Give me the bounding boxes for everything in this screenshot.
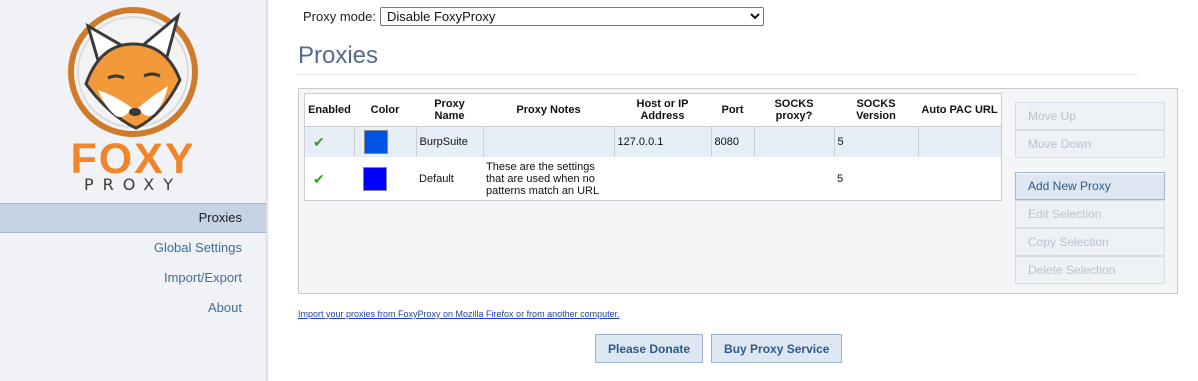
import-proxies-link[interactable]: Import your proxies from FoxyProxy on Mo…: [298, 309, 620, 319]
move-up-button[interactable]: Move Up: [1015, 102, 1165, 130]
host-cell: 127.0.0.1: [614, 126, 712, 157]
color-cell: [354, 126, 417, 157]
proxy-actions: Move Up Move Down Add New Proxy Edit Sel…: [1015, 102, 1165, 284]
col-header-proxy-notes[interactable]: Proxy Notes: [483, 94, 614, 127]
proxy-mode-label: Proxy mode:: [303, 8, 376, 24]
col-header-auto-pac[interactable]: Auto PAC URL: [918, 94, 1001, 127]
sidebar-item-proxies[interactable]: Proxies: [0, 203, 266, 233]
auto-pac-cell: [918, 126, 1001, 157]
proxy-table-container: Enabled Color Proxy Name Proxy Notes Hos…: [304, 93, 1002, 201]
donate-button[interactable]: Please Donate: [595, 334, 704, 363]
proxy-mode-select[interactable]: Disable FoxyProxy: [379, 6, 764, 26]
col-header-proxy-name[interactable]: Proxy Name: [416, 94, 483, 127]
proxy-name-cell: Default: [419, 173, 454, 185]
buy-proxy-service-button[interactable]: Buy Proxy Service: [711, 334, 843, 363]
socks-proxy-cell: [754, 126, 835, 157]
add-new-proxy-button[interactable]: Add New Proxy: [1015, 172, 1165, 200]
col-header-port[interactable]: Port: [711, 94, 754, 127]
port-cell: [711, 157, 754, 201]
enabled-check-icon[interactable]: ✔: [305, 157, 354, 201]
move-down-button[interactable]: Move Down: [1015, 130, 1165, 158]
table-header-row: Enabled Color Proxy Name Proxy Notes Hos…: [305, 94, 1001, 127]
enabled-check-icon[interactable]: ✔: [305, 126, 355, 157]
socks-proxy-cell: [754, 157, 834, 201]
sidebar-item-about[interactable]: About: [0, 293, 266, 323]
sidebar-nav: Proxies Global Settings Import/Export Ab…: [0, 203, 266, 323]
sidebar: FOXY PROXY Proxies Global Settings Impor…: [0, 0, 270, 381]
footer-buttons: Please Donate Buy Proxy Service: [595, 334, 843, 363]
copy-selection-button[interactable]: Copy Selection: [1015, 228, 1165, 256]
edit-selection-button[interactable]: Edit Selection: [1015, 200, 1165, 228]
table-row[interactable]: ✔ BurpSuite 127.0.0.1 8080 5: [305, 126, 1001, 157]
proxy-name-cell: BurpSuite: [416, 126, 484, 157]
sidebar-item-global-settings[interactable]: Global Settings: [0, 233, 266, 263]
color-cell: [354, 157, 416, 201]
col-header-color[interactable]: Color: [354, 94, 416, 127]
logo-subtitle: PROXY: [83, 175, 183, 194]
proxy-mode-row: Proxy mode: Disable FoxyProxy: [303, 6, 764, 26]
table-row[interactable]: ✔ Default These are the settings that ar…: [305, 157, 1001, 201]
socks-version-cell: 5: [834, 126, 919, 157]
proxy-table: Enabled Color Proxy Name Proxy Notes Hos…: [305, 94, 1001, 201]
page-title: Proxies: [298, 42, 379, 69]
auto-pac-cell: [918, 157, 1001, 201]
col-header-socks-version[interactable]: SOCKS Version: [834, 94, 918, 127]
button-gap: [1015, 158, 1165, 172]
proxy-notes-cell: [483, 126, 615, 157]
delete-selection-button[interactable]: Delete Selection: [1015, 256, 1165, 284]
color-swatch: [363, 167, 387, 191]
col-header-enabled[interactable]: Enabled: [305, 94, 354, 127]
socks-version-cell: 5: [837, 173, 844, 185]
sidebar-item-import-export[interactable]: Import/Export: [0, 263, 266, 293]
col-header-host[interactable]: Host or IP Address: [614, 94, 711, 127]
proxy-notes-cell: These are the settings that are used whe…: [486, 161, 600, 197]
foxyproxy-logo: FOXY PROXY: [40, 4, 226, 196]
color-swatch: [363, 130, 388, 154]
title-divider: [298, 74, 1138, 75]
fox-head-icon: [68, 7, 198, 137]
col-header-socks-proxy[interactable]: SOCKS proxy?: [754, 94, 834, 127]
port-cell: 8080: [711, 126, 755, 157]
proxies-panel: Enabled Color Proxy Name Proxy Notes Hos…: [298, 88, 1178, 294]
host-cell: [614, 157, 711, 201]
